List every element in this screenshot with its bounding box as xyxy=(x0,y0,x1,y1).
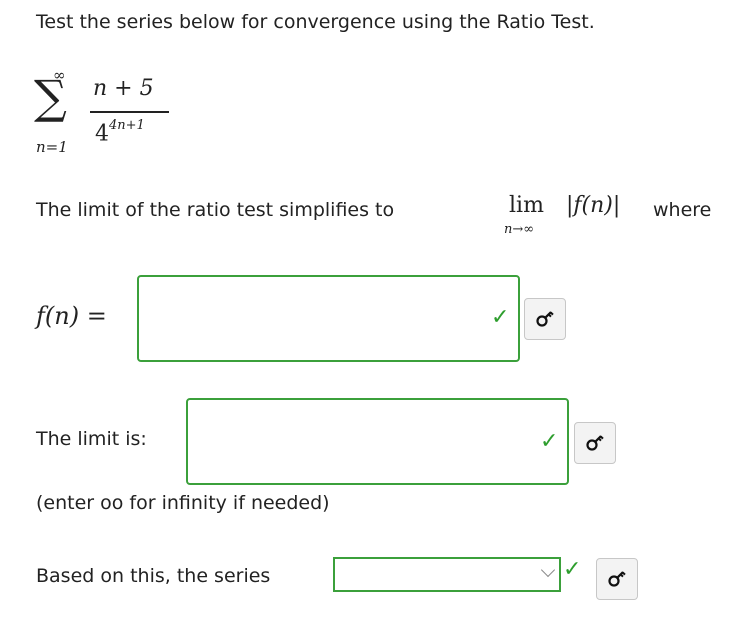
key-icon xyxy=(586,435,604,451)
denominator-base: 4 xyxy=(95,121,109,147)
limit-sentence-text: The limit of the ratio test simplifies t… xyxy=(36,199,395,221)
check-icon: ✓ xyxy=(491,305,510,330)
abs-fn-expression: |f(n)| xyxy=(566,193,621,218)
check-icon: ✓ xyxy=(540,429,559,454)
series-denominator: 44n+1 xyxy=(95,118,145,147)
limit-label: The limit is: xyxy=(36,428,147,450)
sigma-symbol: ∑ xyxy=(34,70,67,124)
lim-subscript: n→∞ xyxy=(504,222,535,237)
series-lower-limit: n=1 xyxy=(36,138,68,156)
denominator-exponent: 4n+1 xyxy=(109,118,145,133)
question-prompt: Test the series below for convergence us… xyxy=(36,11,595,33)
series-result-select[interactable] xyxy=(333,557,561,592)
chevron-down-icon xyxy=(540,562,556,578)
lim-operator: lim xyxy=(509,193,544,218)
fn-input[interactable] xyxy=(137,275,520,362)
key-icon xyxy=(536,311,554,327)
fn-label: f(n) = xyxy=(36,302,107,330)
key-button[interactable] xyxy=(574,422,616,464)
key-icon xyxy=(608,571,626,587)
limit-input[interactable] xyxy=(186,398,569,485)
fraction-bar xyxy=(90,111,169,113)
check-icon: ✓ xyxy=(563,557,582,582)
infinity-hint: (enter oo for infinity if needed) xyxy=(36,492,330,514)
key-button[interactable] xyxy=(596,558,638,600)
series-numerator: n + 5 xyxy=(93,76,154,101)
key-button[interactable] xyxy=(524,298,566,340)
series-select-label: Based on this, the series xyxy=(36,565,271,587)
where-text: where xyxy=(653,199,712,221)
